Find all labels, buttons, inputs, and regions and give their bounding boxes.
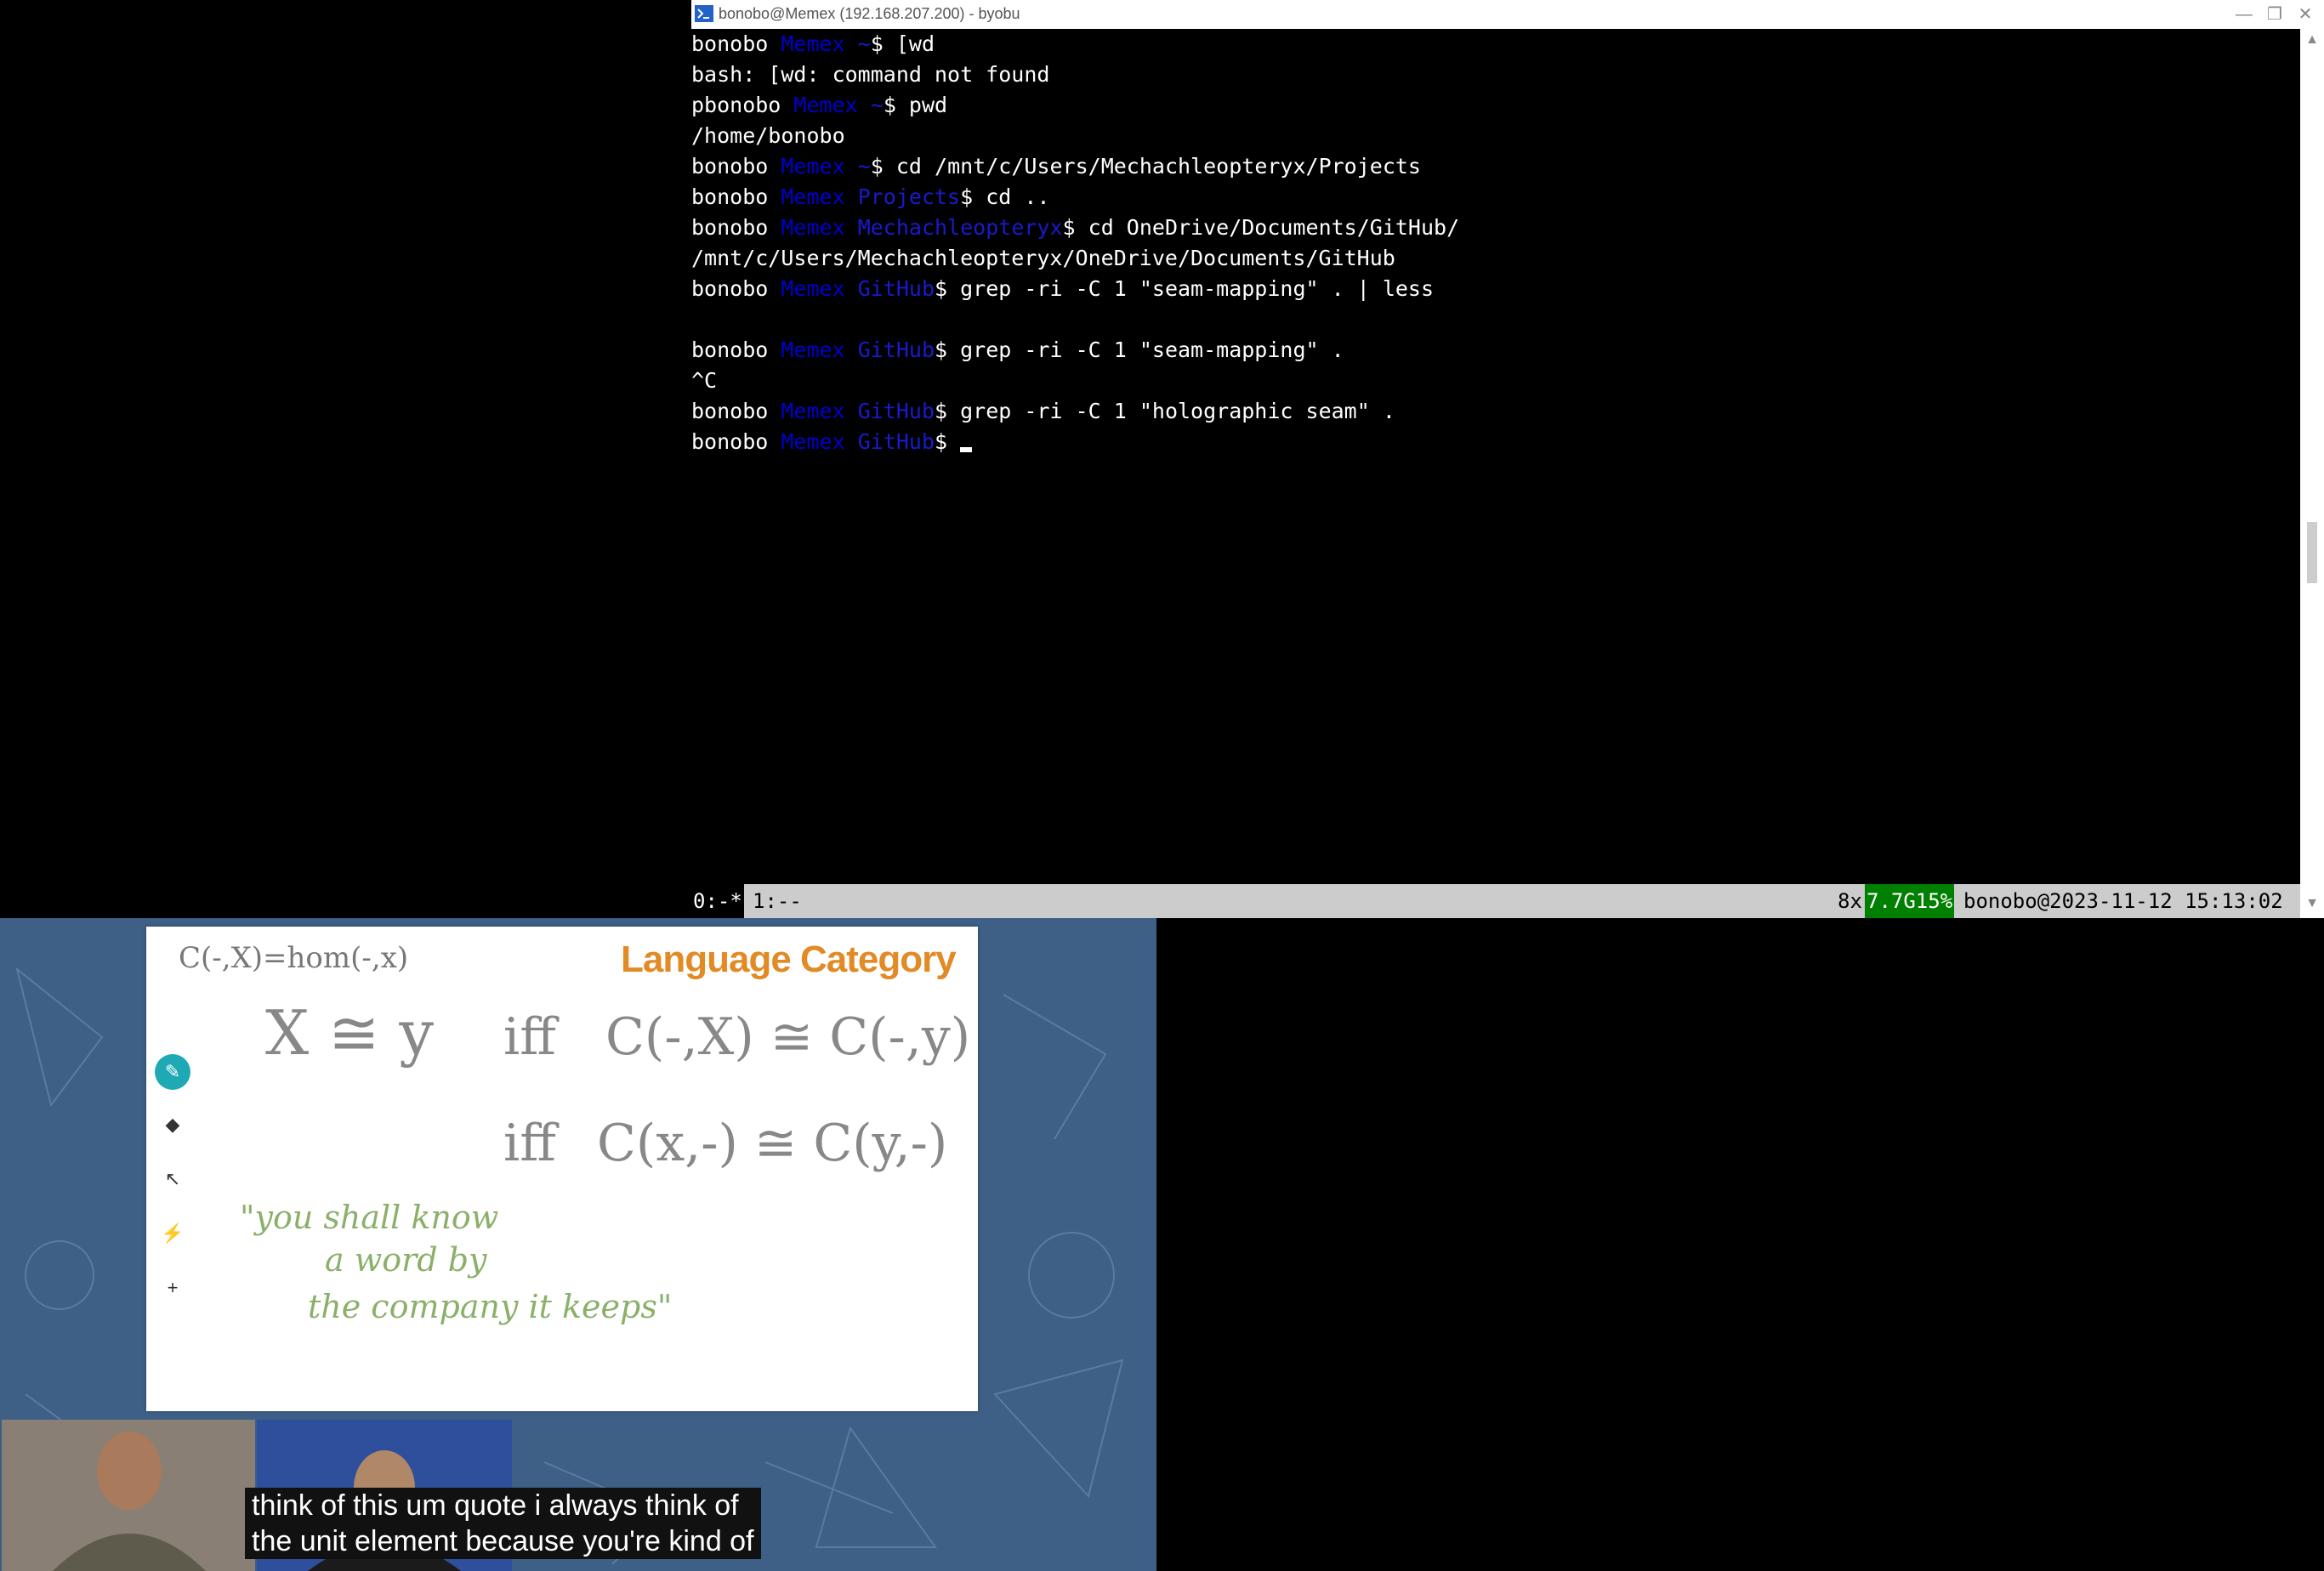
prompt-symbol: $ <box>870 31 884 56</box>
video-panel: Language Category C(-,X)=hom(-,x) X ≅ y … <box>0 918 1156 1571</box>
terminal-line: bonobo Memex Mechachleopteryx$ cd OneDri… <box>691 213 1459 243</box>
terminal-line: ^C <box>691 368 718 393</box>
iff-1: iff <box>503 1007 560 1067</box>
terminal-line: bonobo Memex GitHub$ <box>691 427 973 457</box>
command-text: pwd <box>895 93 948 117</box>
terminal-line: bonobo Memex ~$ cd /mnt/c/Users/Mechachl… <box>691 151 1421 182</box>
prompt-dir: ~ <box>857 154 871 179</box>
prompt-dir: GitHub <box>857 337 935 362</box>
terminal-line: pbonobo Memex ~$ pwd <box>691 90 947 121</box>
prompt-host: Memex <box>781 337 845 362</box>
terminal-line: bash: [wd: command not found <box>691 62 1050 87</box>
prompt-user: bonobo <box>691 154 769 179</box>
window-tab-1[interactable]: 1:-- <box>753 884 802 918</box>
pen-icon[interactable]: ✎ <box>155 1054 190 1090</box>
command-text: cd OneDrive/Documents/GitHub/ <box>1075 215 1460 240</box>
terminal-line: bonobo Memex GitHub$ grep -ri -C 1 "seam… <box>691 335 1344 366</box>
prompt-dir: GitHub <box>857 399 935 423</box>
prompt-host: Memex <box>793 93 858 117</box>
command-text: grep -ri -C 1 "seam-mapping" . | less <box>947 276 1435 301</box>
host-datetime: bonobo@2023-11-12 15:13:02 <box>1963 889 2283 913</box>
prompt-dir: Mechachleopteryx <box>857 215 1063 240</box>
minimize-button[interactable]: — <box>2227 3 2261 26</box>
quote-line-3: the company it keeps" <box>308 1288 672 1325</box>
memory-usage: 7.7G15% <box>1865 884 1955 918</box>
caption-line-2: the unit element because you're kind of <box>252 1525 754 1557</box>
prompt-host: Memex <box>781 31 845 56</box>
pointer-icon[interactable]: ↖ <box>155 1161 190 1197</box>
iso-left: X ≅ y <box>265 997 434 1069</box>
prompt-user: bonobo <box>691 399 769 423</box>
command-text: grep -ri -C 1 "holographic seam" . <box>947 399 1395 423</box>
prompt-host: Memex <box>781 429 845 454</box>
text-cursor <box>960 447 973 452</box>
scroll-thumb[interactable] <box>2307 522 2317 583</box>
byobu-status-bar: 0:-* 1:-- 8x 7.7G15% bonobo@2023-11-12 1… <box>691 884 2300 918</box>
prompt-user: bonobo <box>691 429 769 454</box>
prompt-symbol: $ <box>883 93 896 117</box>
subtitle-caption: think of this um quote i always think of… <box>245 1488 761 1559</box>
scroll-up-icon[interactable]: ▲ <box>2305 32 2319 48</box>
eraser-icon[interactable]: ◆ <box>155 1107 190 1143</box>
command-text: cd /mnt/c/Users/Mechachleopteryx/Project… <box>883 154 1421 179</box>
prompt-symbol: $ <box>1062 215 1076 240</box>
laser-icon[interactable]: ⚡ <box>155 1216 190 1251</box>
terminal-line: /home/bonobo <box>691 123 845 148</box>
command-text <box>947 429 960 454</box>
prompt-symbol: $ <box>960 184 974 209</box>
prompt-dir: ~ <box>857 31 871 56</box>
window-title: bonobo@Memex (192.168.207.200) - byobu <box>719 5 1020 22</box>
webcam-speaker-1 <box>2 1420 255 1571</box>
quote-line-1: "you shall know <box>240 1199 498 1236</box>
command-text: [wd <box>883 31 935 56</box>
prompt-user: bonobo <box>691 184 769 209</box>
terminal-line: /mnt/c/Users/Mechachleopteryx/OneDrive/D… <box>691 246 1395 270</box>
prompt-dir: ~ <box>870 93 884 117</box>
prompt-dir: Projects <box>857 184 961 209</box>
prompt-symbol: $ <box>935 337 948 362</box>
window-tab-0[interactable]: 0:-* <box>691 884 744 918</box>
scroll-down-icon[interactable]: ▼ <box>2305 896 2319 911</box>
prompt-symbol: $ <box>935 429 948 454</box>
prompt-host: Memex <box>781 154 845 179</box>
title-bar[interactable]: bonobo@Memex (192.168.207.200) - byobu —… <box>691 0 2324 29</box>
prompt-symbol: $ <box>935 276 948 301</box>
caption-line-1: think of this um quote i always think of <box>252 1489 739 1522</box>
iff-2: iff <box>503 1114 560 1173</box>
quote-line-2: a word by <box>325 1241 487 1279</box>
restore-button[interactable]: ❐ <box>2258 3 2292 26</box>
vertical-scrollbar[interactable]: ▲ ▼ <box>2300 29 2324 918</box>
terminal-app-icon <box>695 5 713 22</box>
prompt-dir: GitHub <box>857 276 935 301</box>
prompt-user: bonobo <box>691 215 769 240</box>
close-button[interactable]: ✕ <box>2288 3 2322 26</box>
iso-right-2: C(x,-) ≅ C(y,-) <box>597 1114 947 1173</box>
terminal-output[interactable]: bonobo Memex ~$ [wd bash: [wd: command no… <box>691 29 2298 884</box>
person-silhouette-1 <box>2 1420 255 1571</box>
terminal-line: bonobo Memex Projects$ cd .. <box>691 182 1050 213</box>
prompt-host: Memex <box>781 399 845 423</box>
handwritten-notes: C(-,X)=hom(-,x) X ≅ y iff C(-,X) ≅ C(-,y… <box>179 941 970 1325</box>
iso-right-1: C(-,X) ≅ C(-,y) <box>605 1007 970 1067</box>
terminal-line: bonobo Memex ~$ [wd <box>691 29 935 60</box>
plus-icon[interactable]: + <box>155 1270 190 1306</box>
prompt-symbol: $ <box>870 154 884 179</box>
command-text: grep -ri -C 1 "seam-mapping" . <box>947 337 1344 362</box>
prompt-user: bonobo <box>691 276 769 301</box>
command-text: cd .. <box>973 184 1050 209</box>
prompt-user: bonobo <box>691 31 769 56</box>
prompt-host: Memex <box>781 184 845 209</box>
prompt-user: pbonobo <box>691 93 781 117</box>
terminal-line: bonobo Memex GitHub$ grep -ri -C 1 "holo… <box>691 396 1395 427</box>
whiteboard-slide: Language Category C(-,X)=hom(-,x) X ≅ y … <box>146 927 978 1411</box>
prompt-host: Memex <box>781 276 845 301</box>
terminal-line: bonobo Memex GitHub$ grep -ri -C 1 "seam… <box>691 274 1434 304</box>
corner-formula: C(-,X)=hom(-,x) <box>179 941 408 975</box>
prompt-host: Memex <box>781 215 845 240</box>
cpu-count: 8x <box>1838 889 1862 913</box>
terminal-window: bonobo@Memex (192.168.207.200) - byobu —… <box>691 0 2324 918</box>
prompt-symbol: $ <box>935 399 948 423</box>
prompt-user: bonobo <box>691 337 769 362</box>
prompt-dir: GitHub <box>857 429 935 454</box>
